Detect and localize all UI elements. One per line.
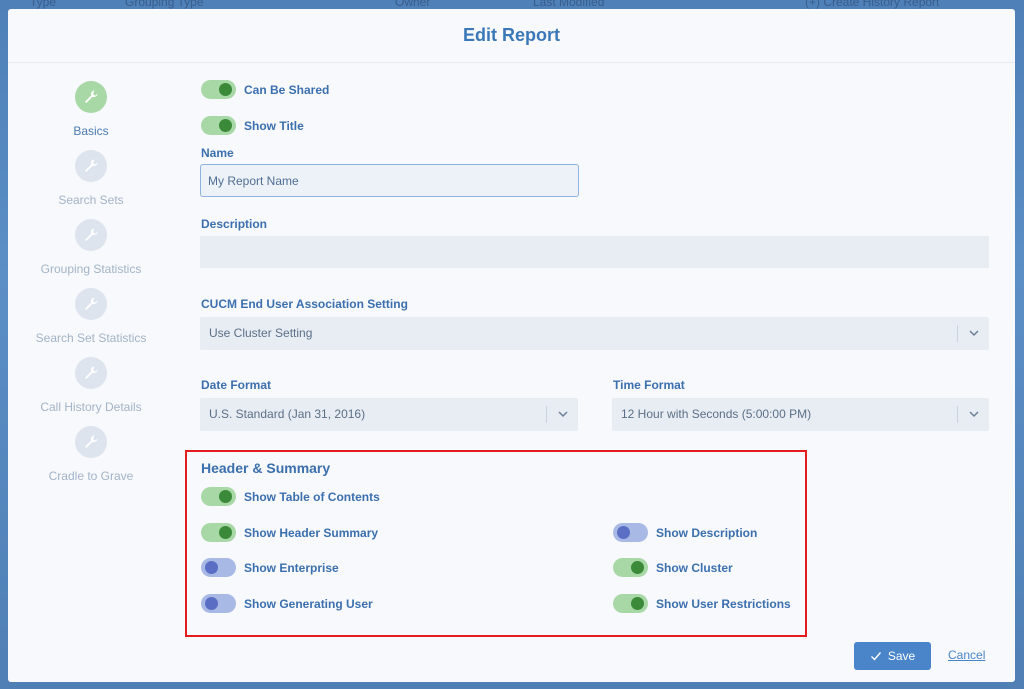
sidebar-item-label: Cradle to Grave (48, 469, 134, 483)
chevron-down-icon (969, 411, 979, 418)
toggle-knob (631, 561, 644, 574)
chevron-down-icon (969, 330, 979, 337)
sidebar-item-search-set-statistics[interactable]: Search Set Statistics (26, 288, 156, 345)
toggle-knob (219, 490, 232, 503)
cancel-link[interactable]: Cancel (948, 648, 985, 662)
cucm-setting-value: Use Cluster Setting (209, 326, 313, 340)
show-user-restrictions-toggle[interactable] (613, 594, 648, 613)
date-format-select[interactable]: U.S. Standard (Jan 31, 2016) (200, 398, 578, 431)
can-be-shared-label: Can Be Shared (244, 83, 330, 97)
bg-create-history-report: (+) Create History Report (805, 0, 940, 9)
sidebar-item-label: Search Sets (58, 193, 124, 207)
edit-report-modal: Edit Report Basics Search Sets Grouping … (8, 9, 1015, 682)
toggle-knob (617, 526, 630, 539)
show-toc-label: Show Table of Contents (244, 490, 380, 504)
toggle-knob (219, 83, 232, 96)
show-generating-user-label: Show Generating User (244, 597, 373, 611)
can-be-shared-toggle[interactable] (201, 80, 236, 99)
chevron-down-icon (558, 411, 568, 418)
show-title-toggle[interactable] (201, 116, 236, 135)
sidebar-item-label: Call History Details (40, 400, 142, 414)
show-description-toggle[interactable] (613, 523, 648, 542)
name-label: Name (201, 146, 234, 160)
sidebar-item-basics[interactable]: Basics (26, 81, 156, 138)
wrench-icon (75, 219, 107, 251)
wrench-icon (75, 357, 107, 389)
wrench-icon (75, 288, 107, 320)
toggle-knob (205, 597, 218, 610)
bg-col-owner: Owner (395, 0, 431, 9)
sidebar-item-label: Basics (73, 124, 109, 138)
bg-col-type: Type (30, 0, 57, 9)
save-button-label: Save (887, 649, 916, 663)
title-divider (8, 62, 1015, 63)
wrench-icon (75, 81, 107, 113)
date-format-value: U.S. Standard (Jan 31, 2016) (209, 407, 366, 421)
show-enterprise-toggle[interactable] (201, 558, 236, 577)
show-header-summary-label: Show Header Summary (244, 526, 379, 540)
time-format-label: Time Format (613, 378, 685, 392)
name-input[interactable] (200, 164, 579, 197)
toggle-knob (631, 597, 644, 610)
show-cluster-toggle[interactable] (613, 558, 648, 577)
sidebar-item-call-history-details[interactable]: Call History Details (26, 357, 156, 414)
toggle-knob (219, 119, 232, 132)
show-cluster-label: Show Cluster (656, 561, 733, 575)
time-format-select[interactable]: 12 Hour with Seconds (5:00:00 PM) (612, 398, 989, 431)
sidebar-item-cradle-to-grave[interactable]: Cradle to Grave (26, 426, 156, 483)
header-summary-title: Header & Summary (201, 460, 331, 476)
show-title-label: Show Title (244, 119, 304, 133)
wrench-icon (75, 150, 107, 182)
show-header-summary-toggle[interactable] (201, 523, 236, 542)
modal-title: Edit Report (463, 25, 560, 45)
show-enterprise-label: Show Enterprise (244, 561, 339, 575)
cucm-setting-select[interactable]: Use Cluster Setting (200, 317, 989, 350)
description-input[interactable] (200, 236, 989, 268)
show-toc-toggle[interactable] (201, 487, 236, 506)
show-generating-user-toggle[interactable] (201, 594, 236, 613)
bg-col-grouping-type: Grouping Type (125, 0, 204, 9)
select-divider (546, 406, 547, 423)
checkmark-icon (870, 652, 881, 661)
toggle-knob (219, 526, 232, 539)
sidebar-item-label: Grouping Statistics (40, 262, 142, 276)
show-description-label: Show Description (656, 526, 758, 540)
time-format-value: 12 Hour with Seconds (5:00:00 PM) (621, 407, 812, 421)
toggle-knob (205, 561, 218, 574)
select-divider (957, 406, 958, 423)
date-format-label: Date Format (201, 378, 272, 392)
select-divider (957, 325, 958, 342)
description-label: Description (201, 217, 268, 231)
wrench-icon (75, 426, 107, 458)
sidebar-item-grouping-statistics[interactable]: Grouping Statistics (26, 219, 156, 276)
cucm-setting-label: CUCM End User Association Setting (201, 297, 408, 311)
sidebar-item-search-sets[interactable]: Search Sets (26, 150, 156, 207)
bg-col-last-modified: Last Modified (533, 0, 605, 9)
sidebar-item-label: Search Set Statistics (35, 331, 147, 345)
show-user-restrictions-label: Show User Restrictions (656, 597, 791, 611)
save-button[interactable]: Save (854, 642, 931, 670)
